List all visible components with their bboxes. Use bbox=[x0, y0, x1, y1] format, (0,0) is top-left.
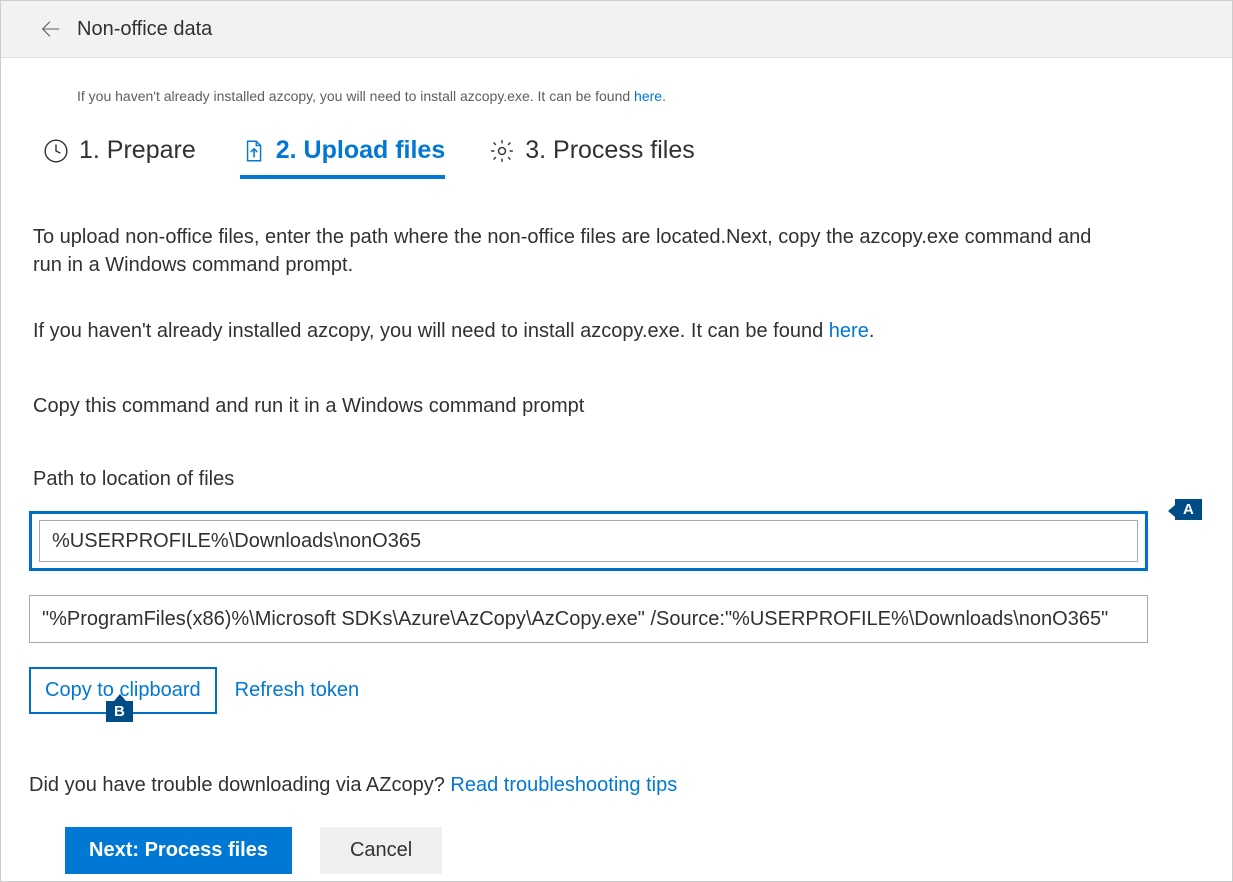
step-process[interactable]: 3. Process files bbox=[489, 136, 695, 179]
step-process-label: 3. Process files bbox=[525, 136, 695, 165]
cancel-button[interactable]: Cancel bbox=[320, 827, 442, 874]
upload-instructions: To upload non-office files, enter the pa… bbox=[33, 223, 1113, 279]
next-process-files-button[interactable]: Next: Process files bbox=[65, 827, 292, 874]
step-tabs: 1. Prepare 2. Upload files 3. Process fi… bbox=[43, 136, 1204, 179]
path-field-label: Path to location of files bbox=[33, 468, 1204, 491]
copy-command-instruction: Copy this command and run it in a Window… bbox=[33, 395, 1204, 418]
page-header: Non-office data bbox=[1, 1, 1232, 58]
install-hint-suffix: . bbox=[662, 88, 666, 104]
path-input[interactable] bbox=[39, 520, 1138, 562]
install-hint-link[interactable]: here bbox=[634, 88, 662, 104]
page-title: Non-office data bbox=[77, 18, 212, 41]
command-text: "%ProgramFiles(x86)%\Microsoft SDKs\Azur… bbox=[42, 608, 1108, 631]
troubleshooting-link[interactable]: Read troubleshooting tips bbox=[450, 774, 677, 796]
annotation-a: A bbox=[1175, 499, 1202, 520]
install-instructions-body: If you haven't already installed azcopy,… bbox=[33, 317, 1113, 345]
install-hint: If you haven't already installed azcopy,… bbox=[77, 88, 1204, 104]
troubleshooting-row: Did you have trouble downloading via AZc… bbox=[29, 774, 1204, 797]
step-prepare-label: 1. Prepare bbox=[79, 136, 196, 165]
install-body-prefix: If you haven't already installed azcopy,… bbox=[33, 320, 829, 342]
path-input-focus-frame bbox=[29, 511, 1148, 571]
install-hint-text: If you haven't already installed azcopy,… bbox=[77, 88, 634, 104]
step-upload-label: 2. Upload files bbox=[276, 136, 445, 165]
trouble-prefix: Did you have trouble downloading via AZc… bbox=[29, 774, 450, 796]
install-body-link[interactable]: here bbox=[829, 320, 869, 342]
step-prepare[interactable]: 1. Prepare bbox=[43, 136, 196, 179]
command-display: "%ProgramFiles(x86)%\Microsoft SDKs\Azur… bbox=[29, 595, 1148, 643]
install-body-suffix: . bbox=[869, 320, 875, 342]
step-upload[interactable]: 2. Upload files bbox=[240, 136, 445, 179]
clock-icon bbox=[43, 138, 69, 164]
upload-file-icon bbox=[240, 138, 266, 164]
refresh-token-link[interactable]: Refresh token bbox=[235, 679, 360, 702]
gear-icon bbox=[489, 138, 515, 164]
annotation-b: B bbox=[106, 701, 133, 722]
back-arrow-icon[interactable] bbox=[33, 12, 67, 46]
